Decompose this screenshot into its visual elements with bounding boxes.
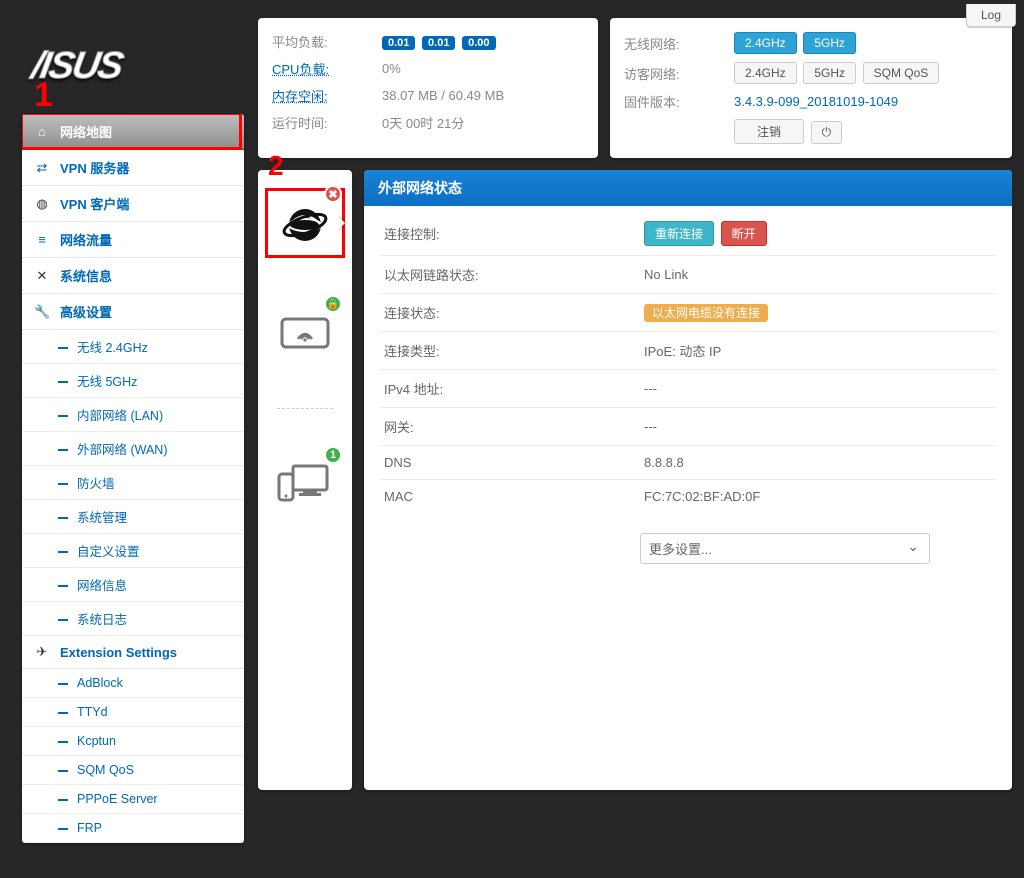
stats-card-left: 平均负载: 0.01 0.01 0.00 CPU负载: 0% 内存空闲: 38.… [258,18,598,158]
row-label: MAC [384,489,644,504]
fw-label: 固件版本: [624,92,734,111]
more-settings-select[interactable]: 更多设置... [640,533,930,564]
guest-24-button[interactable]: 2.4GHz [734,62,797,84]
sidebar-item-label: Extension Settings [60,645,177,660]
sidebar-sub-adblock[interactable]: AdBlock [22,669,244,698]
tablet-wifi-icon [278,313,332,353]
wrench-icon: 🔧 [34,304,50,320]
row-label: IPv4 地址: [384,379,644,398]
row-label: 连接类型: [384,341,644,360]
mem-free-value: 38.07 MB / 60.49 MB [382,88,504,103]
row-value: --- [644,381,657,396]
sidebar-item-extension[interactable]: ✈ Extension Settings [22,636,244,669]
status-badge: 以太网电缆没有连接 [644,304,768,322]
fw-version-link[interactable]: 3.4.3.9-099_20181019-1049 [734,94,898,109]
devices-icon [275,462,335,506]
sidebar-sub-pppoe[interactable]: PPPoE Server [22,785,244,814]
sidebar-sub-custom[interactable]: 自定义设置 [22,534,244,568]
power-button[interactable] [811,121,843,144]
sidebar-sub-ttyd[interactable]: TTYd [22,698,244,727]
sidebar-item-vpn-server[interactable]: ⇄ VPN 服务器 [22,150,244,186]
row-value: IPoE: 动态 IP [644,341,721,360]
detail-title: 外部网络状态 [364,170,1012,206]
brand-logo: /ISUS [28,45,125,88]
guest-sqm-button[interactable]: SQM QoS [863,62,940,84]
load-pill: 0.01 [422,36,455,50]
annotation-2: 2 [268,150,284,182]
sidebar-item-advanced[interactable]: 🔧 高级设置 [22,294,244,330]
wan-status-icon[interactable]: ✖ [265,188,345,258]
wifi-status-icon[interactable]: 🔒 [265,298,345,368]
row-label: 连接控制: [384,224,644,243]
sidebar-item-label: 系统信息 [60,266,112,285]
sidebar-sub-wifi5[interactable]: 无线 5GHz [22,364,244,398]
row-value: FC:7C:02:BF:AD:0F [644,489,760,504]
count-badge: 1 [324,446,342,464]
uptime-value: 0天 00时 21分 [382,113,464,132]
sidebar-sub-fw[interactable]: 防火墙 [22,466,244,500]
sidebar-nav: ⌂ 网络地图 ⇄ VPN 服务器 ◍ VPN 客户端 ≡ 网络流量 ✕ 系统信息… [22,114,244,843]
sidebar-sub-wan[interactable]: 外部网络 (WAN) [22,432,244,466]
wifi-5-button[interactable]: 5GHz [803,32,856,54]
logout-button[interactable]: 注销 [734,119,804,144]
sidebar-item-label: VPN 客户端 [60,194,129,213]
row-label: 以太网链路状态: [384,265,644,284]
divider [277,408,333,409]
reconnect-button[interactable]: 重新连接 [644,221,714,246]
row-label: DNS [384,455,644,470]
sidebar-sub-sqm[interactable]: SQM QoS [22,756,244,785]
sidebar-sub-kcptun[interactable]: Kcptun [22,727,244,756]
wifi-label: 无线网络: [624,34,734,53]
sidebar-item-label: VPN 服务器 [60,158,129,177]
sidebar-item-vpn-client[interactable]: ◍ VPN 客户端 [22,186,244,222]
uptime-label: 运行时间: [272,113,382,132]
sidebar-item-label: 网络地图 [60,122,112,141]
cross-icon: ✕ [34,268,50,284]
sidebar-sub-frp[interactable]: FRP [22,814,244,843]
load-pill: 0.00 [462,36,495,50]
cpu-load-value: 0% [382,61,401,76]
sidebar-sub-wifi24[interactable]: 无线 2.4GHz [22,330,244,364]
error-badge-icon: ✖ [324,185,342,203]
clients-status-icon[interactable]: 1 [265,449,345,519]
load-pill: 0.01 [382,36,415,50]
guest-5-button[interactable]: 5GHz [803,62,856,84]
globe-icon: ◍ [34,196,50,212]
sidebar-sub-sysadm[interactable]: 系统管理 [22,500,244,534]
row-value: --- [644,419,657,434]
lock-badge-icon: 🔒 [324,295,342,313]
wifi-24-button[interactable]: 2.4GHz [734,32,797,54]
home-icon: ⌂ [34,124,50,139]
sidebar-item-label: 网络流量 [60,230,112,249]
row-label: 网关: [384,417,644,436]
sidebar-sub-syslog[interactable]: 系统日志 [22,602,244,636]
row-label: 连接状态: [384,303,644,322]
guest-label: 访客网络: [624,64,734,83]
stats-card-right: 无线网络: 2.4GHz 5GHz 访客网络: 2.4GHz 5GHz SQM … [610,18,1012,158]
log-button[interactable]: Log [966,4,1016,27]
sidebar-sub-netinfo[interactable]: 网络信息 [22,568,244,602]
row-value: No Link [644,267,688,282]
wan-detail-card: 外部网络状态 连接控制: 重新连接 断开 以太网链路状态: No Link [364,170,1012,790]
sidebar-item-traffic[interactable]: ≡ 网络流量 [22,222,244,258]
sidebar-item-network-map[interactable]: ⌂ 网络地图 [22,114,244,150]
cpu-load-link[interactable]: CPU负载: [272,62,329,77]
sidebar-item-label: 高级设置 [60,302,112,321]
avg-load-label: 平均负载: [272,32,382,51]
bars-icon: ≡ [34,232,50,247]
row-value: 8.8.8.8 [644,455,684,470]
sidebar-sub-lan[interactable]: 内部网络 (LAN) [22,398,244,432]
status-icon-column: 2 ✖ [258,170,352,790]
shuffle-icon: ⇄ [34,160,50,176]
disconnect-button[interactable]: 断开 [721,221,767,246]
plane-icon: ✈ [34,644,50,660]
sidebar-item-sysinfo[interactable]: ✕ 系统信息 [22,258,244,294]
globe-icon [279,197,331,249]
mem-free-link[interactable]: 内存空闲: [272,89,328,104]
